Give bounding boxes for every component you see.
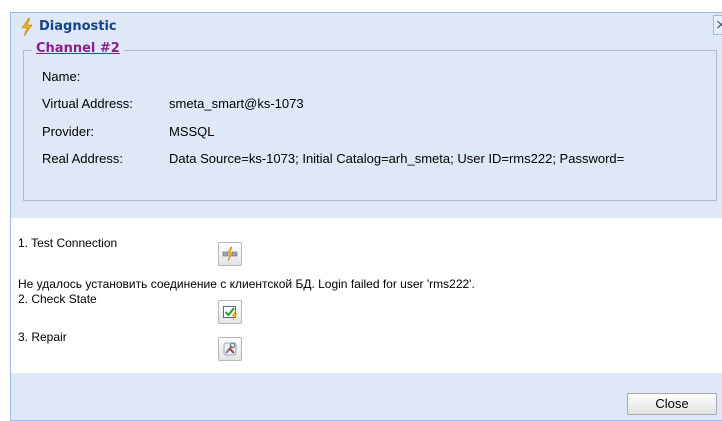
close-icon[interactable]: × (713, 15, 722, 35)
window-title: Diagnostic (39, 19, 117, 34)
virtual-address-value: smeta_smart@ks-1073 (169, 96, 304, 111)
real-address-value: Data Source=ks-1073; Initial Catalog=arh… (169, 151, 625, 166)
test-connection-button[interactable] (218, 242, 242, 266)
close-button[interactable]: Close (627, 393, 717, 415)
error-message: Не удалось установить соединение с клиен… (18, 277, 475, 291)
name-label: Name: (42, 69, 81, 84)
window-titlebar[interactable]: Diagnostic × (11, 13, 722, 41)
real-address-label: Real Address: (42, 151, 123, 166)
lightning-icon (21, 18, 33, 36)
actions-panel: 1. Test Connection Не удалось установить… (11, 218, 722, 373)
diagnostic-window: Diagnostic × Channel #2 Name: Virtual Ad… (10, 12, 722, 421)
check-state-label: 2. Check State (18, 292, 97, 306)
provider-value: MSSQL (169, 124, 215, 139)
channel-legend[interactable]: Channel #2 (32, 41, 124, 56)
check-state-button[interactable] (218, 300, 242, 324)
check-state-icon (223, 306, 238, 320)
repair-icon (223, 342, 237, 356)
test-connection-icon (222, 246, 238, 262)
test-connection-label: 1. Test Connection (18, 236, 118, 250)
repair-button[interactable] (218, 337, 242, 361)
virtual-address-label: Virtual Address: (42, 96, 133, 111)
channel-fieldset: Channel #2 Name: Virtual Address: smeta_… (23, 41, 717, 201)
provider-label: Provider: (42, 124, 95, 139)
repair-label: 3. Repair (18, 330, 67, 344)
